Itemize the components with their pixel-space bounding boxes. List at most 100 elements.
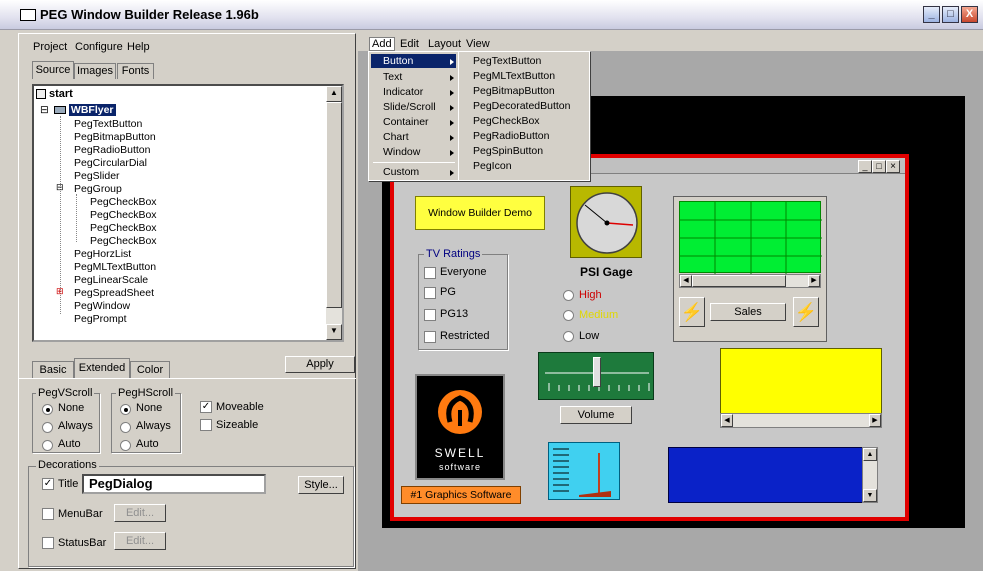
moveable-checkbox[interactable]: ✓ [200, 401, 212, 413]
tree-item[interactable]: PegSlider [74, 170, 120, 182]
menu-add[interactable]: Add [369, 37, 395, 51]
tree-item[interactable]: PegGroup [74, 183, 122, 195]
flyer-close-icon[interactable]: × [886, 160, 900, 173]
hscroll-auto-radio[interactable] [120, 440, 131, 451]
gauge-medium-radio[interactable] [563, 310, 574, 321]
psi-gauge[interactable] [570, 186, 642, 258]
scroll-thumb[interactable] [326, 102, 342, 308]
tree-item[interactable]: PegMLTextButton [74, 261, 156, 273]
title-input[interactable]: PegDialog [82, 474, 266, 494]
submenu-peg-icon[interactable]: PegIcon [473, 160, 512, 172]
graphics-software-button[interactable]: #1 Graphics Software [401, 486, 521, 504]
tree-item[interactable]: PegCheckBox [90, 196, 157, 208]
scroll-left-arrow-icon[interactable]: ◀ [721, 414, 733, 427]
tree-item-wbflyer[interactable]: WBFlyer [54, 104, 116, 116]
hscroll-thumb[interactable] [692, 275, 786, 287]
vscroll-none-radio[interactable] [42, 404, 53, 415]
rating-restricted-checkbox[interactable] [424, 331, 436, 343]
tree-item[interactable]: PegWindow [74, 300, 130, 312]
sales-button[interactable]: Sales [710, 303, 786, 321]
tree-expand-icon[interactable]: ⊞ [56, 286, 64, 297]
submenu-peg-bitmap-button[interactable]: PegBitmapButton [473, 85, 555, 97]
menubar-checkbox[interactable] [42, 508, 54, 520]
tree-item[interactable]: PegSpreadSheet [74, 287, 154, 299]
demo-button[interactable]: Window Builder Demo [415, 196, 545, 230]
yellow-hscrollbar[interactable]: ◀ ▶ [720, 413, 882, 428]
tree-item[interactable]: PegCheckBox [90, 209, 157, 221]
tree-item[interactable]: PegLinearScale [74, 274, 148, 286]
sales-grid[interactable] [679, 201, 822, 274]
scroll-right-arrow-icon[interactable]: ▶ [869, 414, 881, 427]
menu-help[interactable]: Help [127, 41, 150, 53]
add-menu-slide-scroll[interactable]: Slide/Scroll [383, 101, 436, 113]
tab-color[interactable]: Color [130, 361, 170, 378]
hscroll-always-radio[interactable] [120, 422, 131, 433]
menu-configure[interactable]: Configure [75, 41, 123, 53]
vscroll-auto-radio[interactable] [42, 440, 53, 451]
menu-project[interactable]: Project [33, 41, 67, 53]
tree-expander-icon[interactable]: ⊟ [40, 104, 49, 116]
statusbar-edit-button[interactable]: Edit... [114, 532, 166, 550]
add-menu-container[interactable]: Container [383, 116, 429, 128]
add-menu-text[interactable]: Text [383, 71, 402, 83]
scroll-right-arrow-icon[interactable]: ▶ [808, 275, 820, 287]
add-menu-indicator[interactable]: Indicator [383, 86, 423, 98]
flyer-minimize-icon[interactable]: _ [858, 160, 872, 173]
scroll-up-arrow-icon[interactable]: ▲ [863, 448, 877, 461]
rating-pg13-checkbox[interactable] [424, 309, 436, 321]
scroll-down-arrow-icon[interactable]: ▼ [863, 489, 877, 502]
lightning-right-icon[interactable]: ⚡ [793, 297, 819, 327]
apply-button[interactable]: Apply [285, 356, 355, 373]
volume-button[interactable]: Volume [560, 406, 632, 424]
menu-edit[interactable]: Edit [400, 38, 419, 50]
add-menu-chart[interactable]: Chart [383, 131, 409, 143]
tab-fonts[interactable]: Fonts [117, 63, 154, 79]
slider-thumb[interactable] [593, 357, 601, 387]
tab-extended[interactable]: Extended [74, 358, 130, 378]
submenu-peg-text-button[interactable]: PegTextButton [473, 55, 541, 67]
flyer-maximize-icon[interactable]: □ [872, 160, 886, 173]
tree-collapse-icon[interactable]: ⊟ [56, 182, 64, 193]
gauge-low-radio[interactable] [563, 331, 574, 342]
tree-item[interactable]: PegPrompt [74, 313, 127, 325]
add-menu-button[interactable]: Button [383, 55, 413, 67]
blue-panel[interactable] [668, 447, 878, 503]
sizeable-checkbox[interactable] [200, 419, 212, 431]
tree-item[interactable]: PegCircularDial [74, 157, 147, 169]
tab-basic[interactable]: Basic [32, 361, 74, 378]
gauge-high-radio[interactable] [563, 290, 574, 301]
tree-item[interactable]: PegHorzList [74, 248, 131, 260]
blue-vscrollbar[interactable]: ▲ ▼ [862, 447, 878, 503]
statusbar-checkbox[interactable] [42, 537, 54, 549]
lightning-left-icon[interactable]: ⚡ [679, 297, 705, 327]
menu-view[interactable]: View [466, 38, 490, 50]
title-checkbox[interactable]: ✓ [42, 478, 54, 490]
add-menu-window[interactable]: Window [383, 146, 420, 158]
submenu-peg-radio-button[interactable]: PegRadioButton [473, 130, 549, 142]
tree-item[interactable]: PegRadioButton [74, 144, 150, 156]
submenu-peg-check-box[interactable]: PegCheckBox [473, 115, 540, 127]
project-tree[interactable]: start ⊟ WBFlyer PegTextButton PegBitmapB… [32, 84, 344, 342]
tree-root[interactable]: start [36, 88, 73, 100]
sales-hscrollbar[interactable]: ◀ ▶ [679, 274, 821, 288]
menu-layout[interactable]: Layout [428, 38, 461, 50]
scroll-down-arrow-icon[interactable]: ▼ [326, 324, 342, 340]
tree-item[interactable]: PegTextButton [74, 118, 142, 130]
maximize-button[interactable]: □ [942, 6, 959, 23]
scroll-up-arrow-icon[interactable]: ▲ [326, 86, 342, 102]
submenu-peg-ml-text-button[interactable]: PegMLTextButton [473, 70, 555, 82]
close-button[interactable]: X [961, 6, 978, 23]
tree-item[interactable]: PegBitmapButton [74, 131, 156, 143]
submenu-peg-decorated-button[interactable]: PegDecoratedButton [473, 100, 570, 112]
volume-slider[interactable] [538, 352, 654, 400]
tab-source[interactable]: Source [32, 61, 74, 79]
hscroll-none-radio[interactable] [120, 404, 131, 415]
tree-item[interactable]: PegCheckBox [90, 222, 157, 234]
vscroll-always-radio[interactable] [42, 422, 53, 433]
style-button[interactable]: Style... [298, 476, 344, 494]
tab-images[interactable]: Images [74, 63, 116, 79]
menubar-edit-button[interactable]: Edit... [114, 504, 166, 522]
add-menu-custom[interactable]: Custom [383, 166, 419, 178]
tree-scrollbar[interactable]: ▲ ▼ [326, 86, 342, 340]
minimize-button[interactable]: _ [923, 6, 940, 23]
